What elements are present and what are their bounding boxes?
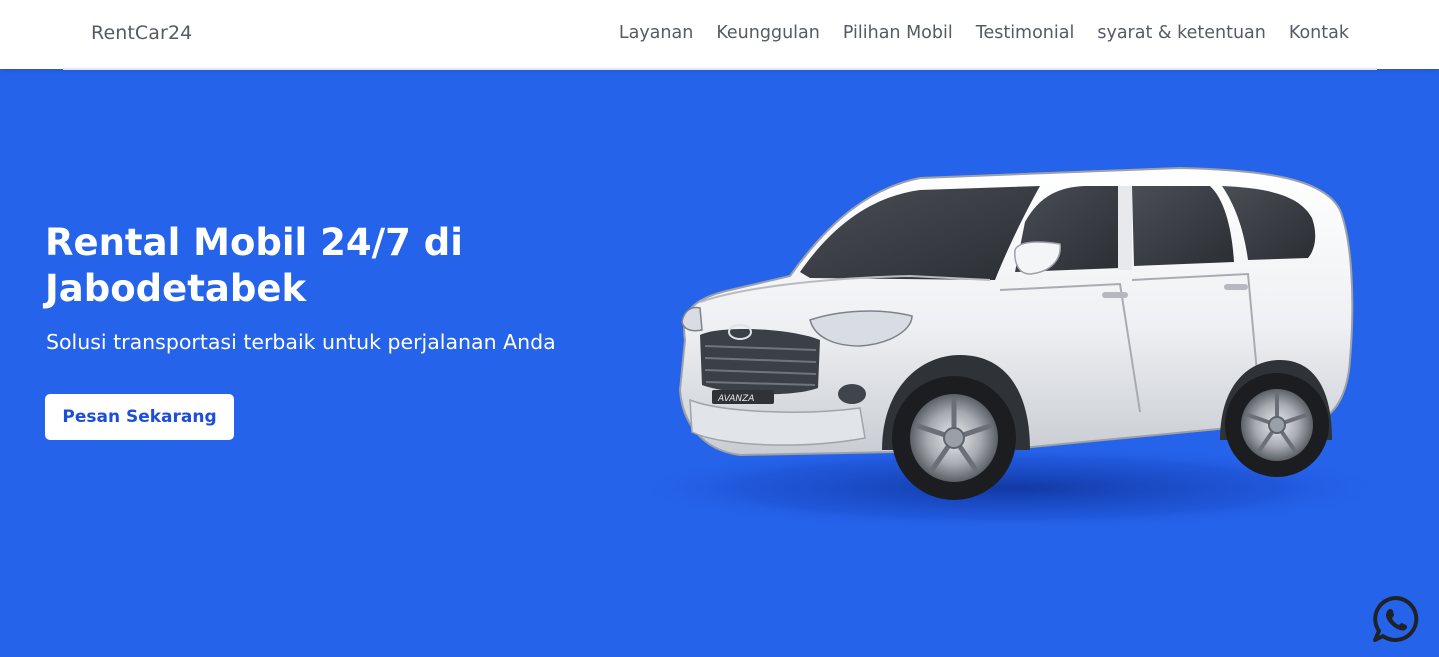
nav-link-kontak[interactable]: Kontak — [1289, 23, 1349, 43]
nav-link-layanan[interactable]: Layanan — [619, 23, 693, 43]
hero-title: Rental Mobil 24/7 di Jabodetabek — [45, 221, 463, 310]
nav-link-pilihan-mobil[interactable]: Pilihan Mobil — [843, 23, 953, 43]
nav-item: Layanan — [619, 23, 693, 43]
whatsapp-button[interactable] — [1370, 594, 1422, 646]
car-badge: AVANZA — [717, 394, 754, 404]
car-illustration: AVANZA — [620, 150, 1400, 540]
nav-item: Testimonial — [976, 23, 1075, 43]
nav-link-keunggulan[interactable]: Keunggulan — [716, 23, 820, 43]
nav-link-testimonial[interactable]: Testimonial — [976, 23, 1075, 43]
nav-link-syarat-ketentuan[interactable]: syarat & ketentuan — [1097, 23, 1266, 43]
whatsapp-icon — [1373, 596, 1419, 642]
nav-links: Layanan Keunggulan Pilihan Mobil Testimo… — [619, 23, 1349, 43]
nav-item: Keunggulan — [716, 23, 820, 43]
navbar: RentCar24 Layanan Keunggulan Pilihan Mob… — [0, 0, 1439, 69]
order-now-button[interactable]: Pesan Sekarang — [45, 394, 234, 440]
nav-item: Pilihan Mobil — [843, 23, 953, 43]
nav-item: Kontak — [1289, 23, 1349, 43]
hero-subtitle: Solusi transportasi terbaik untuk perjal… — [46, 330, 556, 354]
brand-logo[interactable]: RentCar24 — [91, 22, 192, 44]
nav-item: syarat & ketentuan — [1097, 23, 1266, 43]
navbar-divider — [63, 68, 1377, 70]
